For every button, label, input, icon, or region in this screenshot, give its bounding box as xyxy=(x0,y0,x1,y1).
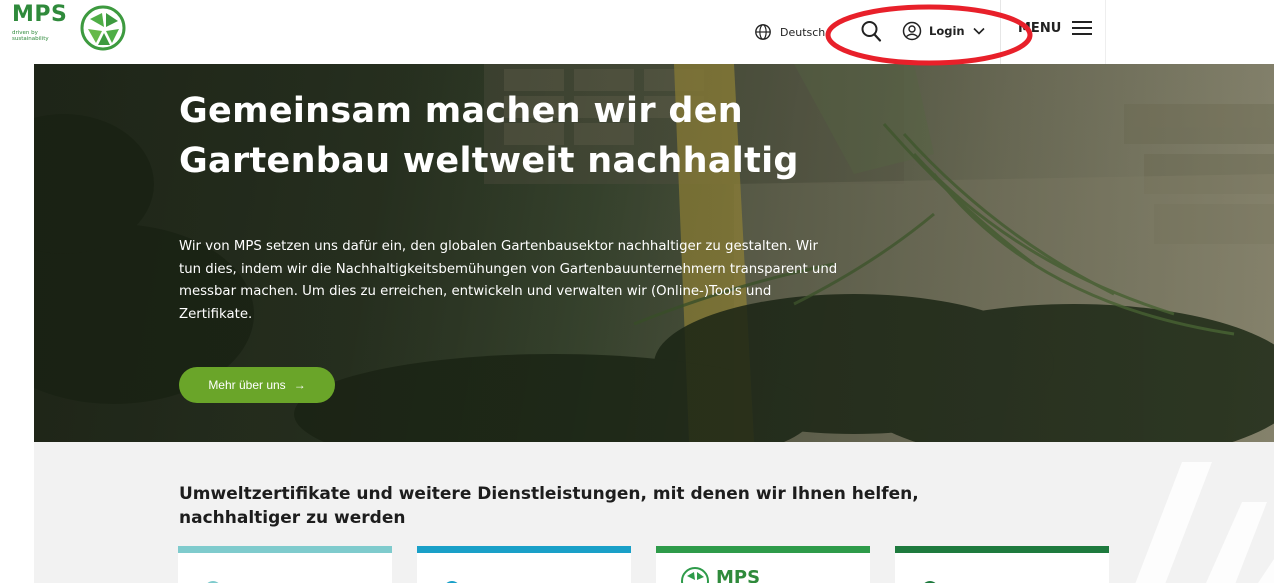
language-switcher[interactable]: Deutsch xyxy=(754,22,825,42)
about-us-button-label: Mehr über uns xyxy=(208,378,286,392)
hero-title: Gemeinsam machen wir den Gartenbau weltw… xyxy=(179,91,799,181)
search-icon[interactable] xyxy=(860,19,882,43)
card-accent-bar xyxy=(656,546,870,553)
card-icon xyxy=(207,581,219,583)
card-accent-bar xyxy=(895,546,1109,553)
card-accent-bar xyxy=(417,546,631,553)
service-card-mps[interactable]: MPS xyxy=(656,546,870,583)
card-mps-label: MPS xyxy=(716,567,761,583)
hamburger-icon xyxy=(1072,21,1093,35)
services-section: Umweltzertifikate und weitere Dienstleis… xyxy=(34,442,1274,583)
card-icon xyxy=(924,581,936,583)
service-card[interactable] xyxy=(417,546,631,583)
watermark-emblem-icon xyxy=(1135,462,1274,583)
site-header: MPS driven by sustainability Deutsch Log… xyxy=(0,0,1274,64)
menu-button[interactable]: MENU xyxy=(1018,20,1093,36)
mps-logo[interactable]: MPS driven by sustainability xyxy=(12,2,152,60)
arrow-right-icon: → xyxy=(293,378,306,392)
card-icon xyxy=(446,581,458,583)
header-divider xyxy=(1000,0,1001,64)
globe-icon xyxy=(755,24,771,40)
services-title: Umweltzertifikate und weitere Dienstleis… xyxy=(179,484,919,528)
logo-brand: MPS xyxy=(12,2,68,27)
about-us-button[interactable]: Mehr über uns → xyxy=(179,367,335,403)
chevron-down-icon xyxy=(973,27,985,35)
header-divider-right xyxy=(1105,0,1106,64)
mps-emblem-icon xyxy=(80,5,126,51)
mps-emblem-icon xyxy=(681,567,709,583)
service-card[interactable] xyxy=(895,546,1109,583)
service-card[interactable] xyxy=(178,546,392,583)
user-icon xyxy=(902,21,922,41)
logo-tagline: driven by sustainability xyxy=(12,30,49,42)
hero-description: Wir von MPS setzen uns dafür ein, den gl… xyxy=(179,239,838,322)
menu-label: MENU xyxy=(1018,20,1062,36)
login-dropdown[interactable]: Login xyxy=(902,19,986,43)
language-label: Deutsch xyxy=(780,25,826,39)
login-label: Login xyxy=(929,24,965,38)
hero-banner: Gemeinsam machen wir den Gartenbau weltw… xyxy=(34,64,1274,442)
card-accent-bar xyxy=(178,546,392,553)
